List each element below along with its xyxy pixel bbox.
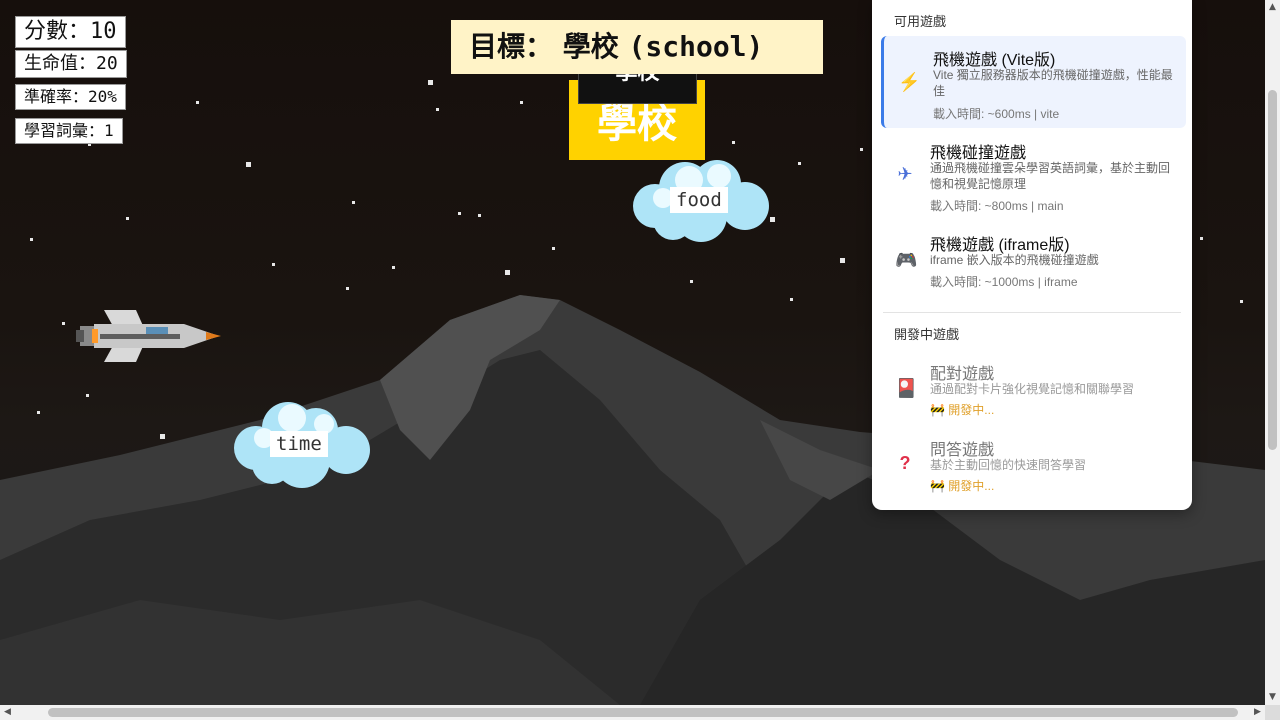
word-cloud-time: time bbox=[228, 400, 374, 490]
score-label: 分數： bbox=[24, 19, 91, 44]
game-option-desc: 基於主動回憶的快速問答學習 bbox=[930, 458, 1087, 472]
vocab-value: 1 bbox=[104, 121, 114, 140]
player-airplane[interactable] bbox=[74, 308, 224, 364]
score-value: 10 bbox=[90, 19, 117, 44]
horizontal-scrollbar[interactable]: ◀ ▶ bbox=[0, 705, 1265, 720]
scroll-up-icon[interactable]: ▲ bbox=[1265, 0, 1280, 15]
game-option-meta: 載入時間: ~800ms | main bbox=[930, 199, 1064, 213]
scrollbar-corner bbox=[1265, 705, 1280, 720]
target-word-zh: 學校 bbox=[562, 30, 619, 63]
cards-icon: 🎴 bbox=[895, 378, 918, 398]
game-option-iframe[interactable]: 🎮 飛機遊戲 (iframe版) iframe 嵌入版本的飛機碰撞遊戲 載入時間… bbox=[881, 222, 1183, 294]
accuracy-display: 準確率：20% bbox=[15, 84, 126, 110]
game-option-desc: 通過飛機碰撞雲朵學習英語詞彙，基於主動回憶和視覺記憶原理 bbox=[930, 161, 1171, 191]
accuracy-label: 準確率： bbox=[24, 87, 89, 106]
gamepad-icon: 🎮 bbox=[895, 250, 918, 270]
scroll-right-icon[interactable]: ▶ bbox=[1250, 705, 1265, 720]
available-games-title: 可用遊戲 bbox=[894, 14, 947, 29]
dev-games-title: 開發中遊戲 bbox=[894, 327, 960, 342]
lives-value: 20 bbox=[96, 53, 118, 74]
lives-display: 生命值：20 bbox=[15, 50, 127, 78]
vertical-scrollbar[interactable]: ▲ ▼ bbox=[1265, 0, 1280, 705]
game-option-main[interactable]: ✈ 飛機碰撞遊戲 通過飛機碰撞雲朵學習英語詞彙，基於主動回憶和視覺記憶原理 載入… bbox=[881, 130, 1183, 218]
game-option-meta: 載入時間: ~600ms | vite bbox=[933, 107, 1060, 121]
lightning-icon: ⚡ bbox=[898, 72, 921, 92]
question-icon: ? bbox=[899, 453, 911, 473]
game-option-status: 🚧 開發中... bbox=[930, 479, 995, 493]
cloud-word: time bbox=[270, 431, 328, 457]
game-option-desc: 通過配對卡片強化視覺記憶和關聯學習 bbox=[930, 382, 1135, 396]
word-cloud-food: food bbox=[627, 158, 773, 244]
vertical-scroll-thumb[interactable] bbox=[1268, 90, 1277, 450]
game-option-quiz: ? 問答遊戲 基於主動回憶的快速問答學習 🚧 開發中... bbox=[881, 428, 1183, 500]
target-label: 目標： bbox=[469, 30, 554, 63]
cloud-word: food bbox=[670, 187, 728, 213]
horizontal-scroll-thumb[interactable] bbox=[48, 708, 1238, 717]
game-selector-dropdown: 可用遊戲 ⚡ 飛機遊戲 (Vite版) Vite 獨立服務器版本的飛機碰撞遊戲，… bbox=[872, 0, 1192, 510]
game-option-status: 🚧 開發中... bbox=[930, 403, 995, 417]
accuracy-value: 20% bbox=[88, 87, 117, 106]
lives-label: 生命值： bbox=[24, 53, 96, 74]
game-option-vite[interactable]: ⚡ 飛機遊戲 (Vite版) Vite 獨立服務器版本的飛機碰撞遊戲，性能最佳 … bbox=[881, 36, 1186, 128]
scroll-left-icon[interactable]: ◀ bbox=[0, 705, 15, 720]
airplane-icon: ✈ bbox=[897, 164, 913, 184]
game-option-matching: 🎴 配對遊戲 通過配對卡片強化視覺記憶和關聯學習 🚧 開發中... bbox=[881, 352, 1183, 424]
game-option-desc: iframe 嵌入版本的飛機碰撞遊戲 bbox=[930, 253, 1099, 267]
vocab-label: 學習詞彙： bbox=[24, 121, 105, 140]
target-word-banner: 目標： 學校 (school) bbox=[451, 20, 823, 74]
score-display: 分數：10 bbox=[15, 16, 126, 48]
vocab-display: 學習詞彙：1 bbox=[15, 118, 123, 144]
menu-divider bbox=[883, 312, 1181, 313]
scroll-down-icon[interactable]: ▼ bbox=[1265, 690, 1280, 705]
game-option-desc: Vite 獨立服務器版本的飛機碰撞遊戲，性能最佳 bbox=[933, 68, 1173, 98]
target-word-en: (school) bbox=[628, 30, 764, 63]
game-option-meta: 載入時間: ~1000ms | iframe bbox=[930, 275, 1078, 289]
